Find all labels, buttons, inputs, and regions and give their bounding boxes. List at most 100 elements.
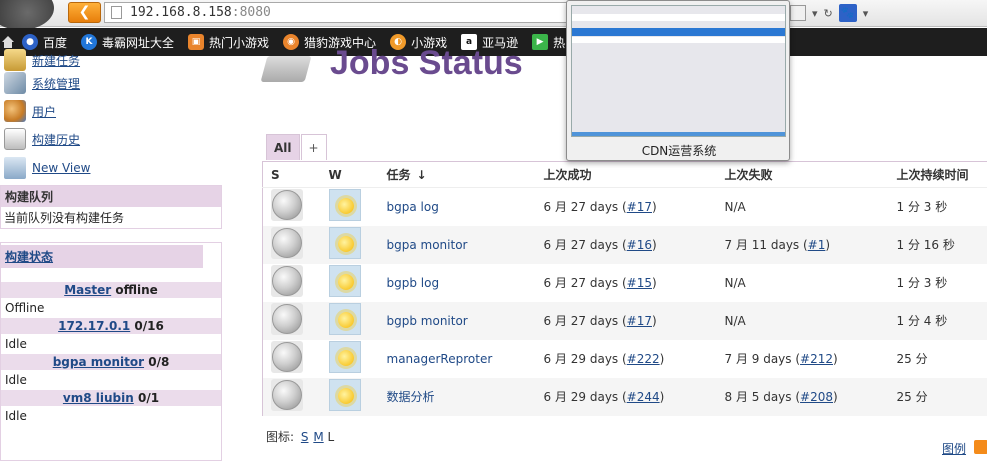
weather-sunny-icon[interactable] <box>328 189 361 222</box>
browser-toolbar: ❮ 192.168.8.158:8080 ▾ ↻ 🐾 ▾ <box>0 0 987 30</box>
new-job-link[interactable]: 新建任务 <box>32 52 80 69</box>
col-job[interactable]: 任务 ↓ <box>378 161 536 188</box>
status-cell <box>262 225 321 264</box>
bookmark-hot[interactable]: ▶ 热 <box>532 34 565 51</box>
home-icon[interactable] <box>2 36 14 48</box>
status-ball-icon[interactable] <box>272 190 302 221</box>
sun-icon <box>337 198 354 215</box>
last-success-cell: 6 月 27 days (#16) <box>535 225 717 264</box>
weather-sunny-icon[interactable] <box>328 379 361 411</box>
node-state: Idle <box>5 409 27 423</box>
status-wrap <box>271 265 303 297</box>
duration-cell: 1 分 16 秒 <box>888 225 987 264</box>
page-icon <box>111 6 122 19</box>
build-link[interactable]: #244 <box>627 390 660 404</box>
last-failure-cell: N/A <box>716 301 889 340</box>
job-link[interactable]: 数据分析 <box>387 390 435 404</box>
sidebar-item-build-history[interactable]: 构建历史 <box>4 127 80 151</box>
sidebar-item-new-job[interactable]: 新建任务 <box>4 48 80 72</box>
thumbnail-title: CDN运营系统 <box>641 144 717 158</box>
new-view-link[interactable]: New View <box>32 161 90 175</box>
status-wrap <box>271 303 303 335</box>
toolbar-right: ▾ ↻ 🐾 ▾ <box>790 3 868 23</box>
weather-sunny-icon[interactable] <box>328 227 361 259</box>
icon-size-small-link[interactable]: S <box>301 430 309 444</box>
col-weather[interactable]: W <box>320 161 379 188</box>
build-link[interactable]: #17 <box>627 314 652 328</box>
node-vm8-link[interactable]: vm8 liubin <box>63 391 134 405</box>
job-link[interactable]: bgpa log <box>387 200 439 214</box>
node-master-link[interactable]: Master <box>64 283 111 297</box>
thumb-row <box>572 37 785 43</box>
rss-icon[interactable] <box>974 440 987 454</box>
build-history-link[interactable]: 构建历史 <box>32 131 80 148</box>
table-row: managerReproter 6 月 29 days (#222) 7 月 9… <box>263 340 987 378</box>
job-cell: bgpb monitor <box>378 301 536 340</box>
status-ball-icon[interactable] <box>272 266 302 296</box>
weather-sunny-icon[interactable] <box>328 303 361 335</box>
bookmark-hot-games[interactable]: ▣ 热门小游戏 <box>188 34 269 51</box>
browser-logo-icon[interactable] <box>0 0 54 30</box>
folder-icon <box>4 157 26 179</box>
tab-all[interactable]: All <box>266 134 300 160</box>
col-last-success[interactable]: 上次成功 <box>535 161 717 188</box>
status-cell <box>263 264 321 302</box>
build-link[interactable]: #16 <box>627 238 652 252</box>
executor-node-172: 172.17.0.1 0/16 <box>1 318 221 334</box>
sun-icon <box>337 274 354 290</box>
executor-panel: 构建状态 Master offline Offline 172.17.0.1 0… <box>0 242 222 461</box>
job-link[interactable]: bgpb log <box>387 276 440 290</box>
col-last-failure[interactable]: 上次失败 <box>716 161 889 188</box>
last-failure-cell: N/A <box>724 275 746 290</box>
tab-thumbnail-preview[interactable]: CDN运营系统 <box>566 0 790 161</box>
play-icon: ▶ <box>532 34 549 50</box>
sidebar-item-users[interactable]: 用户 <box>4 99 56 123</box>
status-cell <box>263 340 321 378</box>
users-link[interactable]: 用户 <box>32 103 56 120</box>
col-status[interactable]: S <box>262 161 321 188</box>
build-link[interactable]: #208 <box>800 390 833 404</box>
address-bar[interactable]: 192.168.8.158:8080 <box>104 2 567 23</box>
bookmark-duba[interactable]: K 毒霸网址大全 <box>81 34 174 51</box>
status-ball-icon[interactable] <box>272 228 302 258</box>
build-link[interactable]: #15 <box>627 276 652 290</box>
icon-size-medium-link[interactable]: M <box>313 430 323 444</box>
status-ball-icon[interactable] <box>272 304 302 334</box>
duration-cell: 1 分 3 秒 <box>896 276 948 290</box>
weather-cell <box>320 225 379 264</box>
build-link[interactable]: #1 <box>808 238 826 252</box>
url-text[interactable]: 192.168.8.158:8080 <box>130 5 271 20</box>
extension-icon[interactable] <box>790 5 806 21</box>
icon-legend-link[interactable]: 图例 <box>942 440 966 457</box>
job-link[interactable]: bgpa monitor <box>387 238 468 252</box>
back-button[interactable]: ❮ <box>68 2 101 23</box>
search-dropdown-icon[interactable]: ▾ <box>863 7 869 20</box>
col-last-duration[interactable]: 上次持续时间 <box>888 161 987 188</box>
build-link[interactable]: #17 <box>627 200 652 214</box>
status-wrap <box>271 379 303 411</box>
dropdown-arrow-icon[interactable]: ▾ <box>812 7 818 20</box>
sidebar: 新建任务 系统管理 用户 构建历史 New View 构建队列 当前队列没有构建… <box>0 49 240 461</box>
executor-node-vm8: vm8 liubin 0/1 <box>1 390 221 406</box>
status-ball-icon[interactable] <box>272 342 302 372</box>
table-row: bgpb log 6 月 27 days (#15) N/A 1 分 3 秒 <box>263 264 987 302</box>
job-link[interactable]: managerReproter <box>387 352 493 366</box>
weather-sunny-icon[interactable] <box>328 265 361 297</box>
tab-add-view[interactable]: + <box>300 134 327 160</box>
manage-link[interactable]: 系统管理 <box>32 75 80 92</box>
search-engine-icon[interactable]: 🐾 <box>838 4 857 22</box>
status-cell <box>262 377 321 416</box>
build-link[interactable]: #222 <box>627 352 660 366</box>
status-ball-icon[interactable] <box>272 380 302 410</box>
weather-sunny-icon[interactable] <box>328 341 361 373</box>
executor-status-link[interactable]: 构建状态 <box>5 250 53 264</box>
sun-icon <box>337 350 354 366</box>
node-bgpa-link[interactable]: bgpa monitor <box>53 355 144 369</box>
sidebar-item-manage[interactable]: 系统管理 <box>4 71 80 95</box>
node-172-link[interactable]: 172.17.0.1 <box>58 319 130 333</box>
sidebar-item-new-view[interactable]: New View <box>4 156 90 180</box>
table-row: 数据分析 6 月 29 days (#244) 8 月 5 days (#208… <box>262 377 987 416</box>
refresh-icon[interactable]: ↻ <box>824 7 833 20</box>
build-link[interactable]: #212 <box>800 352 833 366</box>
job-link[interactable]: bgpb monitor <box>387 314 468 328</box>
